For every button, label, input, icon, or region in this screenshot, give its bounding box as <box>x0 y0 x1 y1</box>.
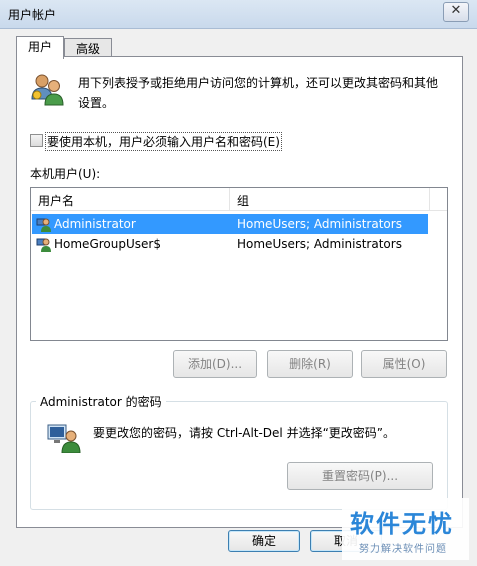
row-group: HomeUsers; Administrators <box>237 237 402 251</box>
reset-password-button[interactable]: 重置密码(P)... <box>287 462 433 490</box>
list-item[interactable]: HomeGroupUser$ HomeUsers; Administrators <box>32 234 428 254</box>
password-group <box>30 401 448 510</box>
watermark-sub: 努力解决软件问题 <box>359 544 447 555</box>
close-button[interactable]: ✕ <box>443 2 469 22</box>
add-user-button[interactable]: 添加(D)... <box>173 350 257 378</box>
users-list[interactable]: 用户名 组 Administrator HomeUsers; Administr… <box>30 187 448 341</box>
ok-button[interactable]: 确定 <box>228 530 300 552</box>
local-users-label: 本机用户(U): <box>30 167 101 181</box>
users-icon <box>31 74 64 106</box>
users-tab-panel: 用下列表授予或拒绝用户访问您的计算机，还可以更改其密码和其他设置。 要使用本机，… <box>16 56 463 528</box>
watermark-main: 软件无忧 <box>350 510 454 538</box>
row-username: Administrator <box>54 217 136 231</box>
column-separator <box>429 188 430 210</box>
user-icon <box>36 238 51 252</box>
computer-user-icon <box>47 424 81 453</box>
column-group[interactable]: 组 <box>237 192 249 209</box>
column-username[interactable]: 用户名 <box>38 192 74 209</box>
require-login-checkbox[interactable] <box>30 134 43 147</box>
watermark: 软件无忧 努力解决软件问题 <box>342 498 469 560</box>
window-title: 用户帐户 <box>8 8 57 22</box>
column-separator <box>229 188 230 210</box>
password-group-title: Administrator 的密码 <box>36 393 166 410</box>
remove-user-button[interactable]: 删除(R) <box>267 350 353 378</box>
row-username: HomeGroupUser$ <box>54 237 161 251</box>
row-group: HomeUsers; Administrators <box>237 217 402 231</box>
require-login-label[interactable]: 要使用本机，用户必须输入用户名和密码(E) <box>45 132 282 151</box>
list-header: 用户名 组 <box>31 188 447 211</box>
password-instructions: 要更改您的密码，请按 Ctrl-Alt-Del 并选择“更改密码”。 <box>93 426 396 440</box>
user-icon <box>36 218 51 232</box>
title-bar: 用户帐户 ✕ <box>0 0 477 29</box>
tab-users[interactable]: 用户 <box>16 36 64 59</box>
list-item[interactable]: Administrator HomeUsers; Administrators <box>32 214 428 234</box>
intro-text: 用下列表授予或拒绝用户访问您的计算机，还可以更改其密码和其他设置。 <box>78 76 439 110</box>
properties-button[interactable]: 属性(O) <box>361 350 447 378</box>
